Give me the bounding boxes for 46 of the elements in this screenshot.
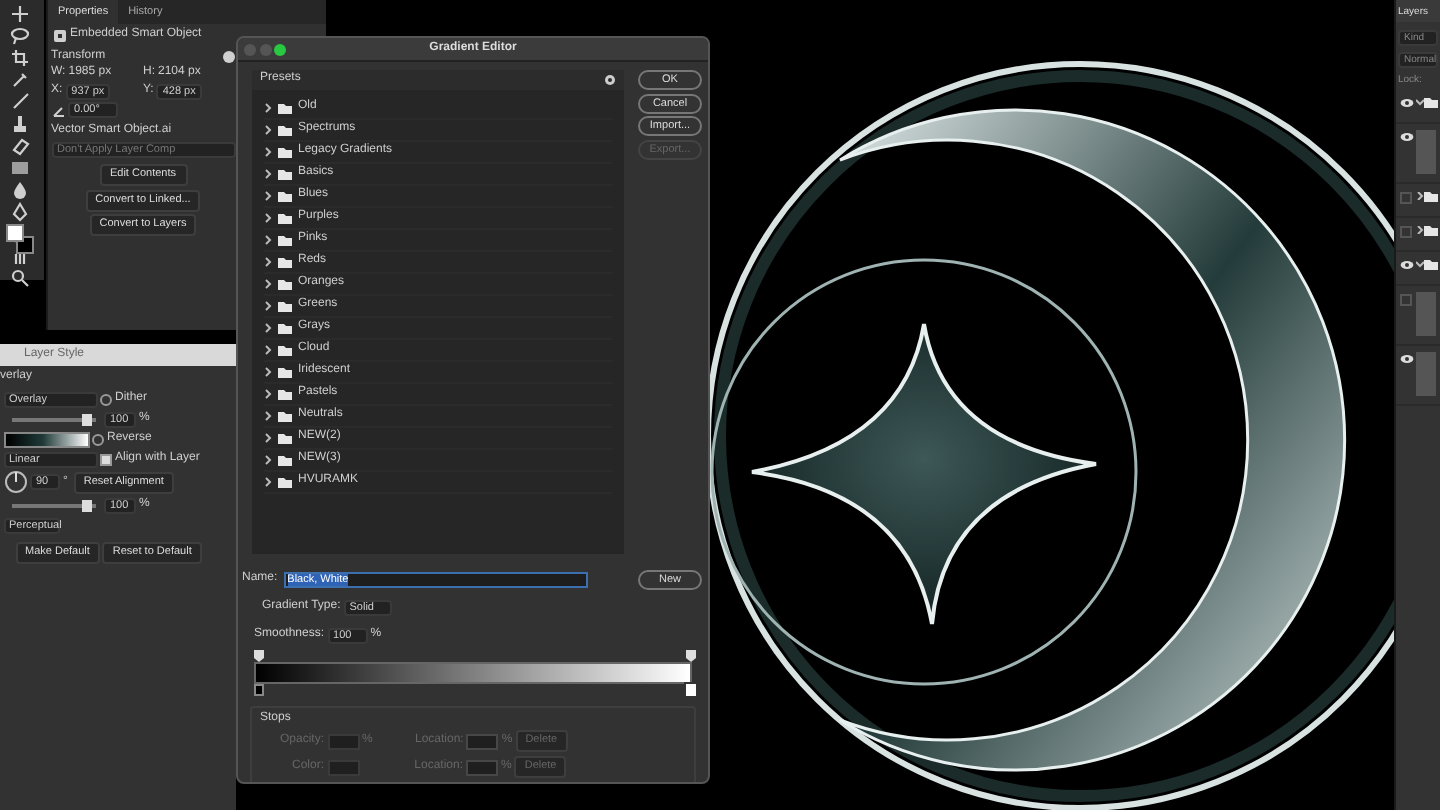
radio-button[interactable]	[92, 433, 104, 446]
opacity-stop-icon[interactable]	[686, 650, 696, 662]
folder-icon	[1424, 96, 1438, 108]
angle-icon	[51, 103, 65, 118]
visibility-toggle[interactable]	[1400, 294, 1412, 306]
move-icon[interactable]	[10, 4, 30, 24]
opacity-stop-icon[interactable]	[254, 650, 264, 662]
chevron-down-icon[interactable]	[1416, 98, 1424, 106]
visibility-toggle[interactable]	[1400, 226, 1412, 238]
color-stop[interactable]	[254, 684, 264, 696]
eye-icon[interactable]	[1399, 260, 1413, 270]
slider-track[interactable]	[11, 499, 95, 512]
input-field[interactable]	[466, 733, 499, 750]
eraser-icon[interactable]	[10, 136, 30, 156]
stamp-icon[interactable]	[10, 114, 30, 134]
settings-icon[interactable]	[604, 74, 616, 86]
chevron-down-icon[interactable]	[1416, 260, 1424, 268]
checkbox[interactable]	[100, 453, 112, 466]
folder-icon	[1424, 224, 1438, 236]
radio-button[interactable]	[100, 393, 112, 406]
visibility-toggle[interactable]	[1400, 192, 1412, 204]
folder-icon	[1424, 190, 1438, 202]
slider-thumb[interactable]	[82, 413, 93, 426]
lasso-icon[interactable]	[10, 26, 30, 46]
angle-dial[interactable]	[3, 470, 27, 495]
layer-thumbnail[interactable]	[1416, 352, 1436, 396]
chevron-right-icon[interactable]	[1416, 226, 1424, 234]
gradient-swatch[interactable]	[3, 431, 89, 448]
smart-object-icon	[51, 27, 67, 43]
eye-icon[interactable]	[1399, 98, 1413, 108]
slider-thumb[interactable]	[82, 499, 93, 512]
crop-icon[interactable]	[10, 48, 30, 68]
gradient-bar[interactable]	[254, 662, 692, 684]
layer-thumbnail[interactable]	[1416, 130, 1436, 174]
slider-track[interactable]	[11, 413, 95, 426]
drop-icon[interactable]	[10, 180, 30, 200]
chevron-right-icon[interactable]	[1416, 192, 1424, 200]
folder-icon	[1424, 258, 1438, 270]
input-field[interactable]	[466, 759, 498, 776]
foreground-color-swatch[interactable]	[6, 224, 24, 242]
zoom-icon[interactable]	[10, 268, 30, 288]
eye-icon[interactable]	[1399, 354, 1413, 364]
eye-icon[interactable]	[1399, 132, 1413, 142]
layer-thumbnail[interactable]	[1416, 292, 1436, 336]
zoom-button[interactable]	[274, 44, 286, 56]
eyedropper-icon[interactable]	[10, 70, 30, 90]
